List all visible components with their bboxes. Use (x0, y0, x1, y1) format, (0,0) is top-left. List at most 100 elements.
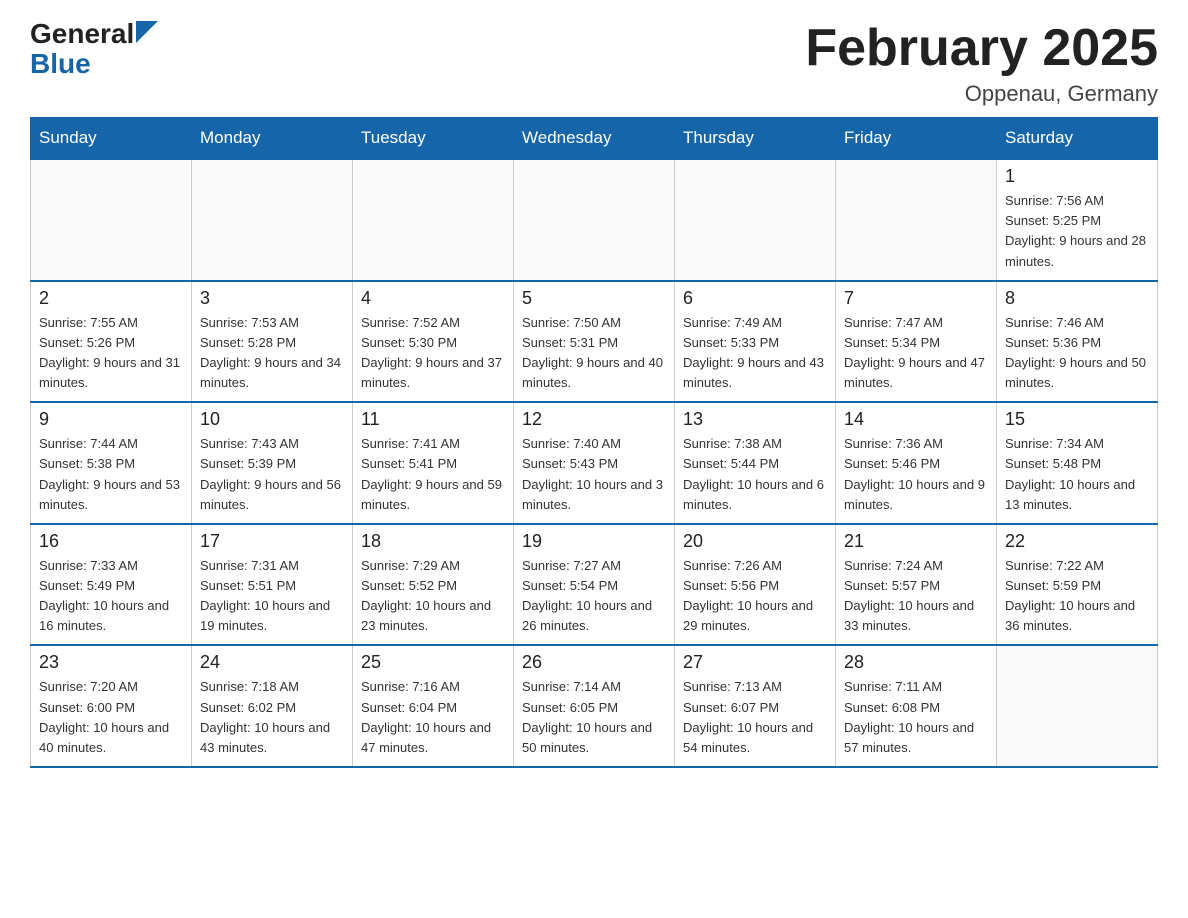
day-info: Sunrise: 7:18 AMSunset: 6:02 PMDaylight:… (200, 677, 344, 758)
table-row: 2 Sunrise: 7:55 AMSunset: 5:26 PMDaylight… (31, 281, 192, 403)
day-number: 18 (361, 531, 505, 552)
day-info: Sunrise: 7:47 AMSunset: 5:34 PMDaylight:… (844, 313, 988, 394)
day-info: Sunrise: 7:43 AMSunset: 5:39 PMDaylight:… (200, 434, 344, 515)
day-info: Sunrise: 7:13 AMSunset: 6:07 PMDaylight:… (683, 677, 827, 758)
day-number: 16 (39, 531, 183, 552)
table-row: 16 Sunrise: 7:33 AMSunset: 5:49 PMDayligh… (31, 524, 192, 646)
header-monday: Monday (192, 118, 353, 160)
table-row (836, 159, 997, 281)
day-number: 8 (1005, 288, 1149, 309)
day-info: Sunrise: 7:26 AMSunset: 5:56 PMDaylight:… (683, 556, 827, 637)
location-subtitle: Oppenau, Germany (805, 81, 1158, 107)
day-info: Sunrise: 7:29 AMSunset: 5:52 PMDaylight:… (361, 556, 505, 637)
day-number: 23 (39, 652, 183, 673)
day-info: Sunrise: 7:55 AMSunset: 5:26 PMDaylight:… (39, 313, 183, 394)
table-row: 1 Sunrise: 7:56 AMSunset: 5:25 PMDaylight… (997, 159, 1158, 281)
day-number: 24 (200, 652, 344, 673)
table-row (514, 159, 675, 281)
day-info: Sunrise: 7:46 AMSunset: 5:36 PMDaylight:… (1005, 313, 1149, 394)
day-info: Sunrise: 7:24 AMSunset: 5:57 PMDaylight:… (844, 556, 988, 637)
day-info: Sunrise: 7:22 AMSunset: 5:59 PMDaylight:… (1005, 556, 1149, 637)
calendar-header-row: Sunday Monday Tuesday Wednesday Thursday… (31, 118, 1158, 160)
table-row: 18 Sunrise: 7:29 AMSunset: 5:52 PMDayligh… (353, 524, 514, 646)
table-row (675, 159, 836, 281)
day-number: 26 (522, 652, 666, 673)
day-number: 1 (1005, 166, 1149, 187)
table-row: 24 Sunrise: 7:18 AMSunset: 6:02 PMDayligh… (192, 645, 353, 767)
day-number: 19 (522, 531, 666, 552)
day-number: 13 (683, 409, 827, 430)
header-tuesday: Tuesday (353, 118, 514, 160)
day-number: 27 (683, 652, 827, 673)
day-number: 9 (39, 409, 183, 430)
logo: General Blue (30, 20, 158, 78)
logo-blue-text: Blue (30, 50, 91, 78)
table-row: 6 Sunrise: 7:49 AMSunset: 5:33 PMDaylight… (675, 281, 836, 403)
header-sunday: Sunday (31, 118, 192, 160)
logo-general-text: General (30, 20, 134, 48)
title-block: February 2025 Oppenau, Germany (805, 20, 1158, 107)
day-number: 4 (361, 288, 505, 309)
day-number: 21 (844, 531, 988, 552)
table-row (353, 159, 514, 281)
header-thursday: Thursday (675, 118, 836, 160)
day-number: 25 (361, 652, 505, 673)
day-number: 2 (39, 288, 183, 309)
table-row: 3Sunrise: 7:53 AMSunset: 5:28 PMDaylight… (192, 281, 353, 403)
day-info: Sunrise: 7:36 AMSunset: 5:46 PMDaylight:… (844, 434, 988, 515)
day-number: 10 (200, 409, 344, 430)
table-row (997, 645, 1158, 767)
logo-arrow-icon (136, 21, 158, 43)
day-info: Sunrise: 7:34 AMSunset: 5:48 PMDaylight:… (1005, 434, 1149, 515)
day-info: Sunrise: 7:16 AMSunset: 6:04 PMDaylight:… (361, 677, 505, 758)
header-friday: Friday (836, 118, 997, 160)
table-row: 19 Sunrise: 7:27 AMSunset: 5:54 PMDayligh… (514, 524, 675, 646)
header-saturday: Saturday (997, 118, 1158, 160)
day-info: Sunrise: 7:27 AMSunset: 5:54 PMDaylight:… (522, 556, 666, 637)
day-info: Sunrise: 7:33 AMSunset: 5:49 PMDaylight:… (39, 556, 183, 637)
table-row: 12 Sunrise: 7:40 AMSunset: 5:43 PMDayligh… (514, 402, 675, 524)
day-number: 7 (844, 288, 988, 309)
table-row: 27 Sunrise: 7:13 AMSunset: 6:07 PMDayligh… (675, 645, 836, 767)
table-row: 25 Sunrise: 7:16 AMSunset: 6:04 PMDayligh… (353, 645, 514, 767)
day-number: 6 (683, 288, 827, 309)
table-row: 28Sunrise: 7:11 AMSunset: 6:08 PMDayligh… (836, 645, 997, 767)
day-number: 14 (844, 409, 988, 430)
day-info: Sunrise: 7:50 AMSunset: 5:31 PMDaylight:… (522, 313, 666, 394)
day-number: 15 (1005, 409, 1149, 430)
table-row (192, 159, 353, 281)
table-row: 7 Sunrise: 7:47 AMSunset: 5:34 PMDaylight… (836, 281, 997, 403)
table-row: 15 Sunrise: 7:34 AMSunset: 5:48 PMDayligh… (997, 402, 1158, 524)
table-row: 9Sunrise: 7:44 AMSunset: 5:38 PMDaylight… (31, 402, 192, 524)
table-row: 8 Sunrise: 7:46 AMSunset: 5:36 PMDaylight… (997, 281, 1158, 403)
day-info: Sunrise: 7:38 AMSunset: 5:44 PMDaylight:… (683, 434, 827, 515)
table-row (31, 159, 192, 281)
day-info: Sunrise: 7:20 AMSunset: 6:00 PMDaylight:… (39, 677, 183, 758)
day-info: Sunrise: 7:40 AMSunset: 5:43 PMDaylight:… (522, 434, 666, 515)
table-row: 26Sunrise: 7:14 AMSunset: 6:05 PMDayligh… (514, 645, 675, 767)
header-wednesday: Wednesday (514, 118, 675, 160)
day-number: 11 (361, 409, 505, 430)
day-number: 5 (522, 288, 666, 309)
table-row: 22 Sunrise: 7:22 AMSunset: 5:59 PMDayligh… (997, 524, 1158, 646)
table-row: 11 Sunrise: 7:41 AMSunset: 5:41 PMDayligh… (353, 402, 514, 524)
table-row: 14 Sunrise: 7:36 AMSunset: 5:46 PMDayligh… (836, 402, 997, 524)
day-number: 28 (844, 652, 988, 673)
day-info: Sunrise: 7:56 AMSunset: 5:25 PMDaylight:… (1005, 191, 1149, 272)
day-info: Sunrise: 7:41 AMSunset: 5:41 PMDaylight:… (361, 434, 505, 515)
page-header: General Blue February 2025 Oppenau, Germ… (30, 20, 1158, 107)
table-row: 10 Sunrise: 7:43 AMSunset: 5:39 PMDayligh… (192, 402, 353, 524)
day-number: 20 (683, 531, 827, 552)
day-info: Sunrise: 7:53 AMSunset: 5:28 PMDaylight:… (200, 313, 344, 394)
calendar-table: Sunday Monday Tuesday Wednesday Thursday… (30, 117, 1158, 768)
day-number: 22 (1005, 531, 1149, 552)
day-number: 17 (200, 531, 344, 552)
table-row: 5 Sunrise: 7:50 AMSunset: 5:31 PMDaylight… (514, 281, 675, 403)
day-info: Sunrise: 7:52 AMSunset: 5:30 PMDaylight:… (361, 313, 505, 394)
month-year-title: February 2025 (805, 20, 1158, 77)
day-number: 12 (522, 409, 666, 430)
table-row: 4 Sunrise: 7:52 AMSunset: 5:30 PMDaylight… (353, 281, 514, 403)
table-row: 23 Sunrise: 7:20 AMSunset: 6:00 PMDayligh… (31, 645, 192, 767)
day-info: Sunrise: 7:49 AMSunset: 5:33 PMDaylight:… (683, 313, 827, 394)
table-row: 21 Sunrise: 7:24 AMSunset: 5:57 PMDayligh… (836, 524, 997, 646)
